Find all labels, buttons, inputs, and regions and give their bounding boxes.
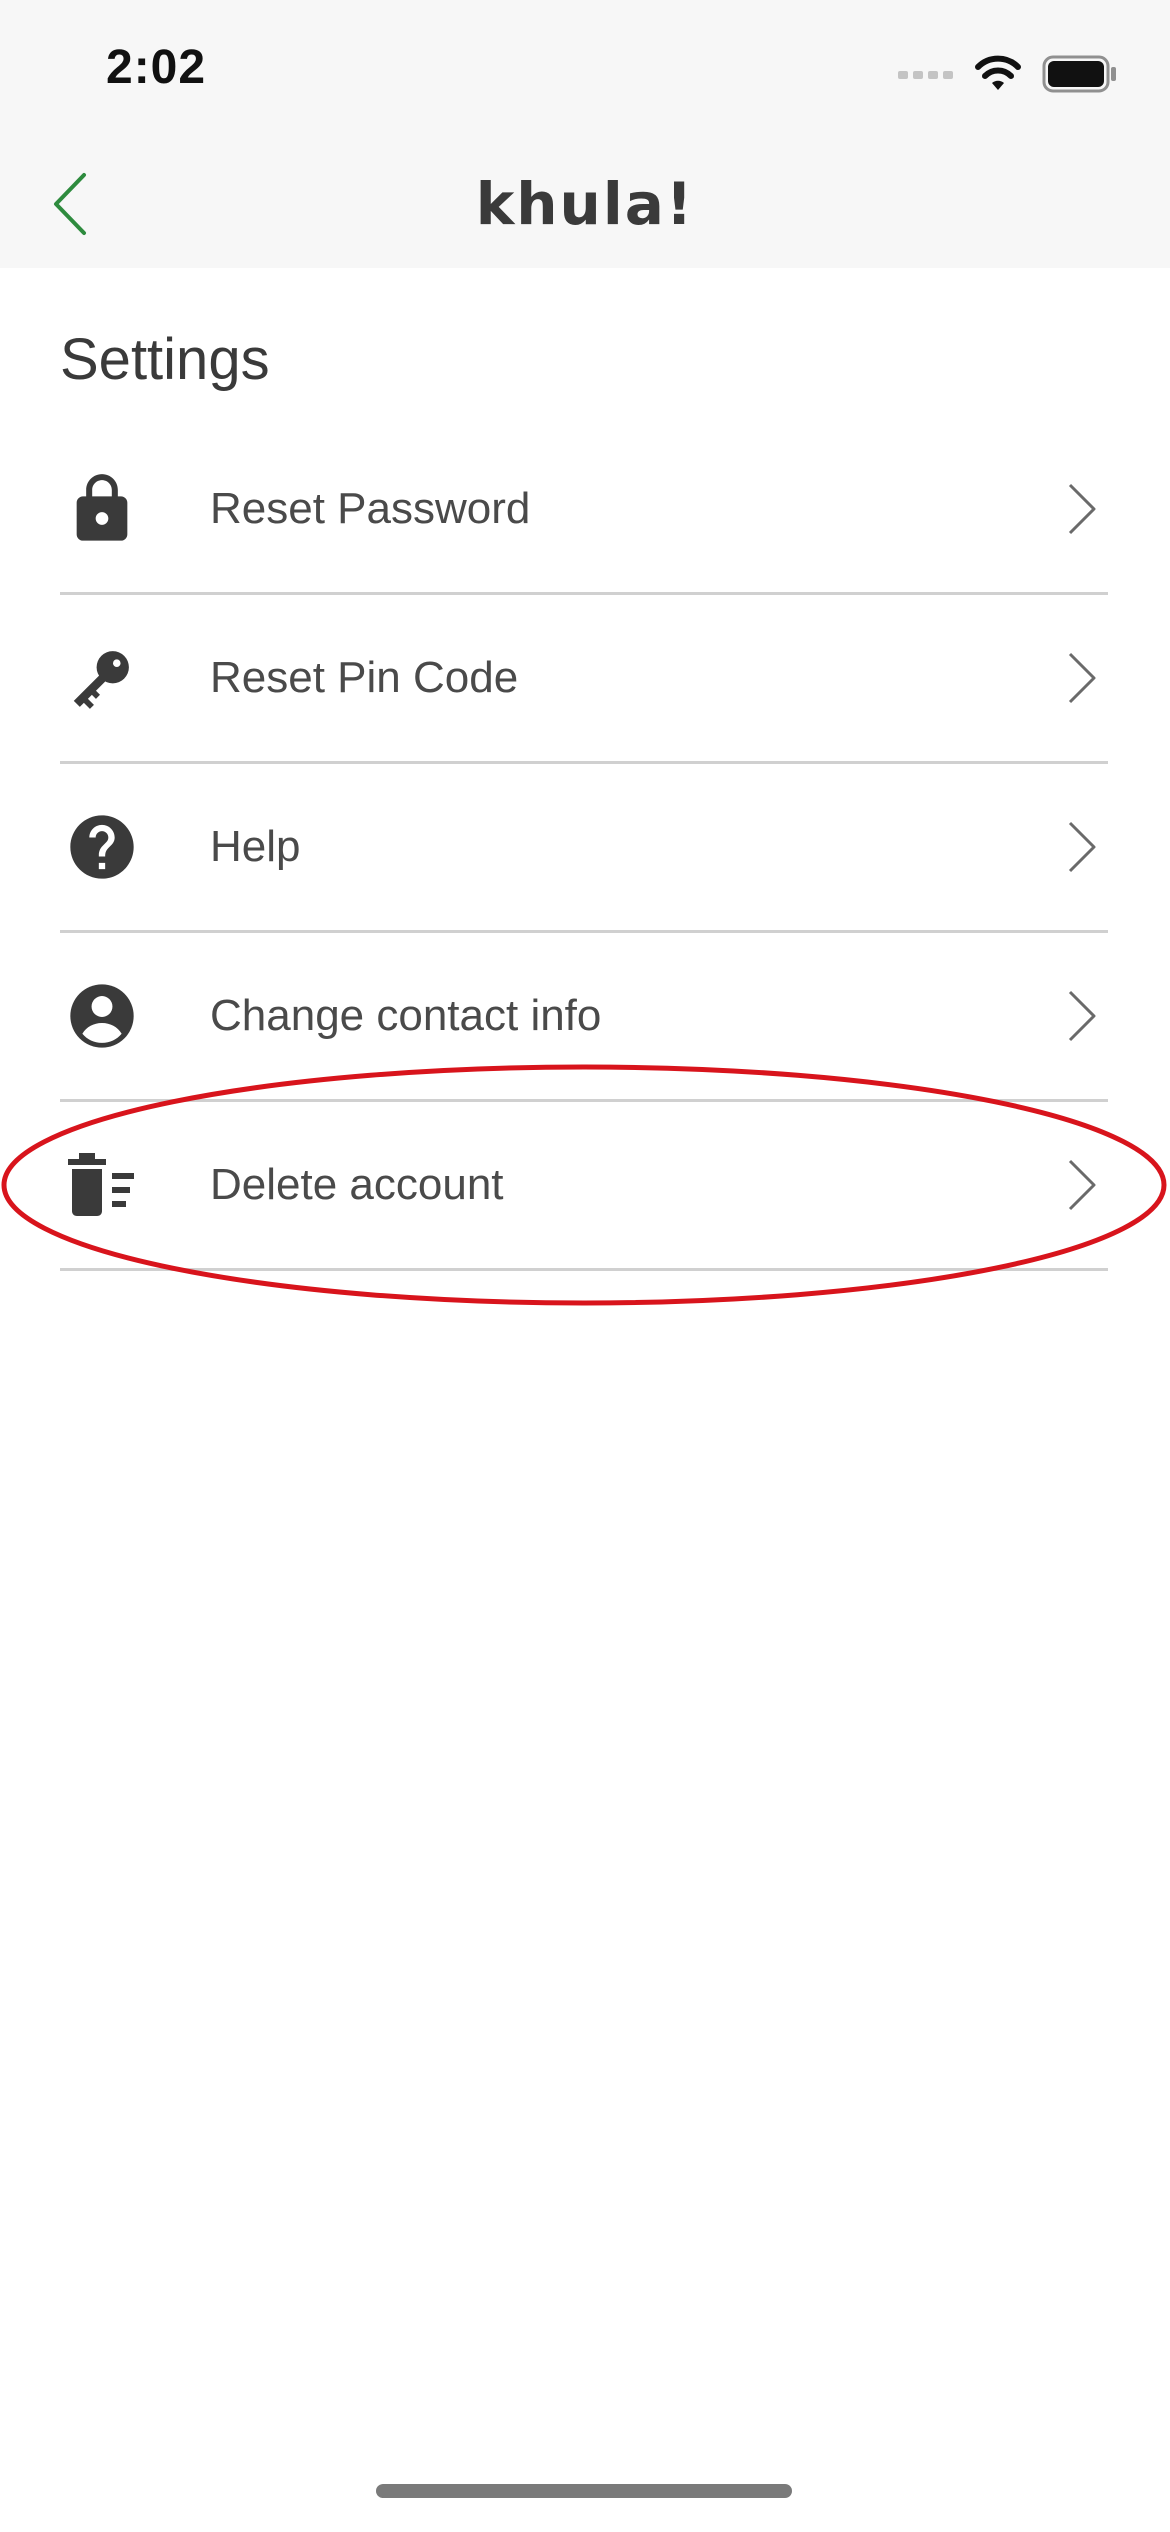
settings-item-delete-account[interactable]: Delete account: [60, 1102, 1108, 1271]
home-indicator: [376, 2484, 792, 2498]
chevron-right-icon: [1068, 1159, 1096, 1211]
settings-item-label: Change contact info: [210, 991, 602, 1040]
settings-item-label: Reset Pin Code: [210, 653, 519, 702]
settings-item-help[interactable]: Help: [60, 764, 1108, 933]
chevron-right-icon: [1068, 821, 1096, 873]
chevron-right-icon: [1068, 990, 1096, 1042]
chevron-right-icon: [1068, 483, 1096, 535]
help-circle-icon: [64, 809, 140, 885]
cellular-signal-icon: [898, 71, 953, 79]
key-icon: [64, 640, 140, 716]
lock-icon: [64, 471, 140, 547]
battery-icon: [1042, 55, 1116, 93]
settings-item-change-contact-info[interactable]: Change contact info: [60, 933, 1108, 1102]
account-circle-icon: [64, 978, 140, 1054]
status-icons: [898, 52, 1118, 96]
status-time: 2:02: [106, 41, 207, 94]
page-title: Settings: [60, 327, 270, 392]
settings-screen: 2:02 khula! Settings Reset Password Rese…: [0, 0, 1170, 2532]
brand-name: khula!: [475, 170, 695, 238]
chevron-right-icon: [1068, 652, 1096, 704]
settings-item-label: Reset Password: [210, 484, 531, 533]
settings-item-reset-password[interactable]: Reset Password: [60, 426, 1108, 595]
settings-list: Reset Password Reset Pin Code Help Chang…: [60, 426, 1108, 1271]
navigation-bar: khula!: [0, 140, 1170, 268]
settings-item-label: Help: [210, 822, 301, 871]
delete-sweep-icon: [64, 1147, 140, 1223]
settings-item-reset-pin-code[interactable]: Reset Pin Code: [60, 595, 1108, 764]
settings-item-label: Delete account: [210, 1160, 504, 1209]
status-bar: 2:02: [0, 0, 1170, 140]
back-button[interactable]: [28, 162, 112, 246]
brand-logo: khula!: [476, 164, 693, 244]
chevron-left-icon: [54, 173, 86, 235]
wifi-icon: [975, 55, 1021, 90]
